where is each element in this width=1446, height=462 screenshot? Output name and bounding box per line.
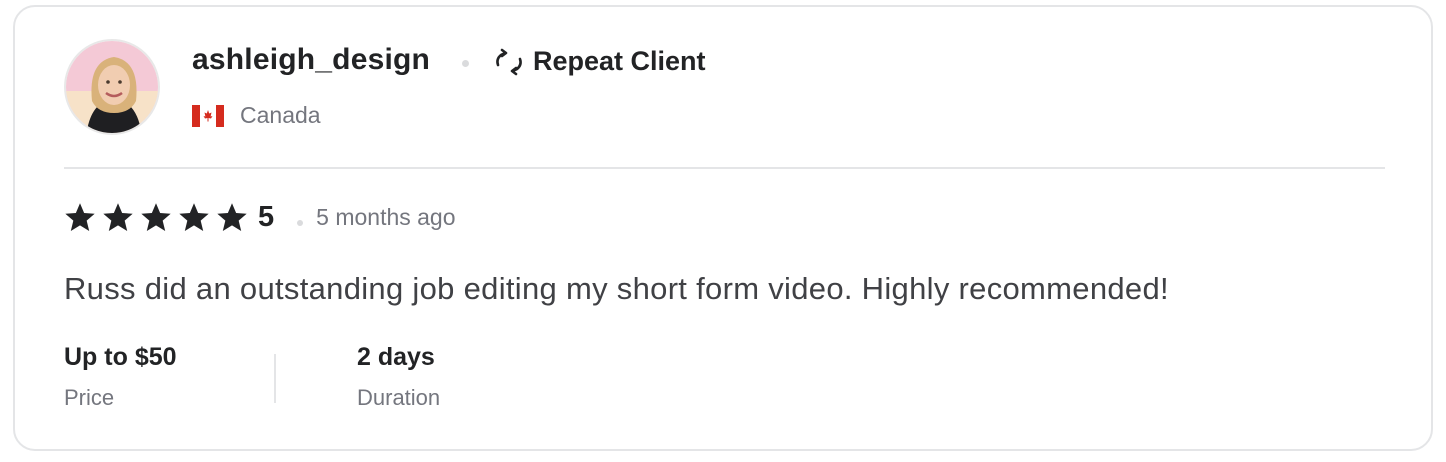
country-name: Canada <box>240 102 321 128</box>
star-icon <box>65 203 95 231</box>
repeat-icon <box>496 48 522 75</box>
price-info: Up to $50 Price <box>64 343 177 411</box>
repeat-client-label: Repeat Client <box>533 46 706 76</box>
review-time: 5 months ago <box>316 204 456 230</box>
review-text: Russ did an outstanding job editing my s… <box>64 271 1169 306</box>
avatar-image <box>66 41 158 133</box>
separator-dot <box>462 60 469 67</box>
duration-info: 2 days Duration <box>357 343 440 411</box>
separator-dot <box>297 220 303 226</box>
price-label: Price <box>64 385 115 410</box>
star-icon <box>141 203 171 231</box>
star-icon <box>217 203 247 231</box>
price-value: Up to $50 <box>64 343 177 371</box>
divider <box>64 167 1385 169</box>
avatar[interactable] <box>64 39 160 135</box>
username[interactable]: ashleigh_design <box>192 43 430 77</box>
country-info: Canada <box>192 102 321 129</box>
review-card: ashleigh_design Repeat Client Canada 5 5… <box>13 5 1433 451</box>
duration-label: Duration <box>357 385 441 410</box>
repeat-client-badge: Repeat Client <box>493 46 706 77</box>
star-icon <box>179 203 209 231</box>
star-icon <box>103 203 133 231</box>
rating-row: 5 5 months ago <box>64 201 456 234</box>
duration-value: 2 days <box>357 343 435 371</box>
rating-value: 5 <box>258 201 275 233</box>
star-rating <box>64 202 248 233</box>
vertical-divider <box>274 354 276 403</box>
canada-flag-icon <box>192 104 224 127</box>
